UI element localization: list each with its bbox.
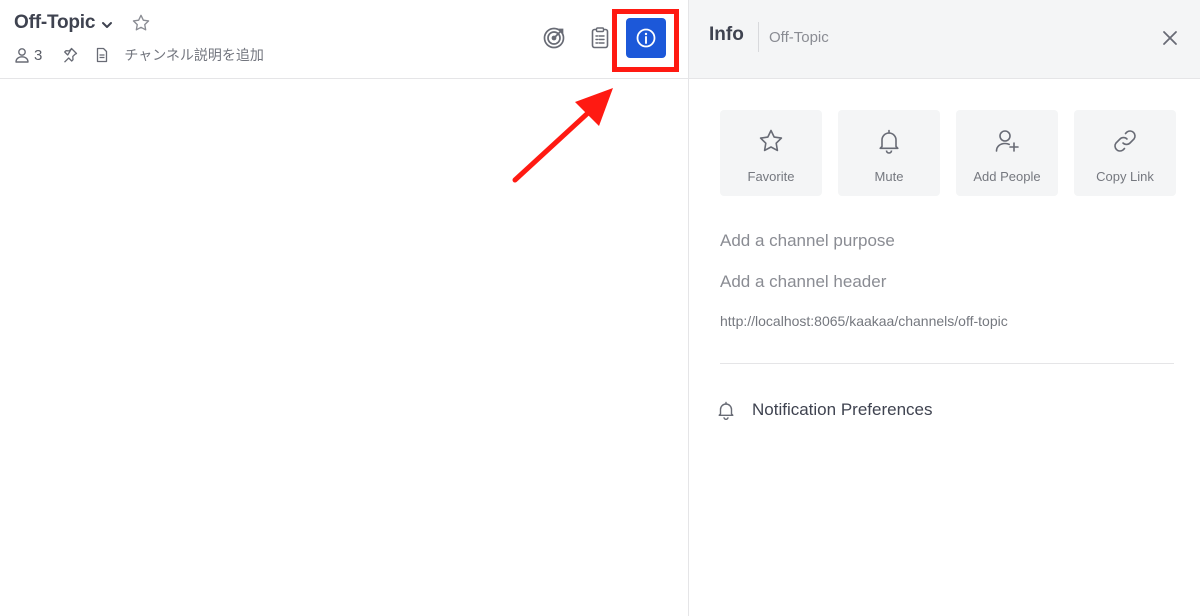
section-divider [720, 363, 1174, 364]
add-user-icon [995, 130, 1019, 152]
annotation-arrow-icon [512, 88, 613, 183]
member-count: 3 [34, 46, 43, 64]
chevron-down-icon[interactable] [100, 18, 114, 32]
copy-link-label: Copy Link [1096, 169, 1154, 184]
notification-preferences-row[interactable]: Notification Preferences [716, 400, 932, 420]
add-people-button[interactable]: Add People [956, 110, 1058, 196]
bell-icon [879, 129, 899, 154]
info-panel-channel-name: Off-Topic [769, 29, 829, 46]
add-channel-header[interactable]: Add a channel header [720, 272, 886, 292]
channel-view: Off-Topic 3 チャンネル説明を追加 [0, 0, 688, 616]
add-people-label: Add People [973, 169, 1041, 184]
bell-icon [718, 401, 734, 420]
close-icon[interactable] [1158, 26, 1182, 50]
channel-actions: Favorite Mute Add People Copy Link [720, 110, 1176, 196]
notification-preferences-label: Notification Preferences [752, 400, 933, 419]
annotation-highlight-box [612, 9, 679, 72]
document-icon [92, 45, 112, 65]
channel-subheader: 3 チャンネル説明を追加 [14, 44, 264, 66]
member-icon [15, 48, 29, 63]
channel-header: Off-Topic 3 チャンネル説明を追加 [0, 0, 688, 79]
copy-link-button[interactable]: Copy Link [1074, 110, 1176, 196]
pin-icon[interactable] [60, 45, 80, 65]
favorite-star-icon[interactable] [130, 12, 152, 34]
favorite-label: Favorite [747, 169, 795, 184]
target-icon[interactable] [534, 18, 574, 58]
favorite-button[interactable]: Favorite [720, 110, 822, 196]
add-channel-purpose[interactable]: Add a channel purpose [720, 231, 895, 251]
add-channel-description-link[interactable]: チャンネル説明を追加 [124, 45, 264, 65]
star-icon [759, 129, 783, 152]
info-panel-header: Info Off-Topic [689, 0, 1200, 79]
header-separator [758, 22, 759, 52]
channel-info-panel: Info Off-Topic Favorite Mute Add People … [689, 0, 1200, 616]
mute-button[interactable]: Mute [838, 110, 940, 196]
channel-title-row: Off-Topic [14, 10, 152, 36]
channel-name[interactable]: Off-Topic [14, 12, 95, 34]
channel-url: http://localhost:8065/kaakaa/channels/of… [720, 313, 1008, 329]
mute-label: Mute [874, 169, 904, 184]
link-icon [1114, 130, 1136, 152]
member-count-button[interactable]: 3 [14, 47, 42, 64]
info-panel-title: Info [709, 24, 744, 45]
